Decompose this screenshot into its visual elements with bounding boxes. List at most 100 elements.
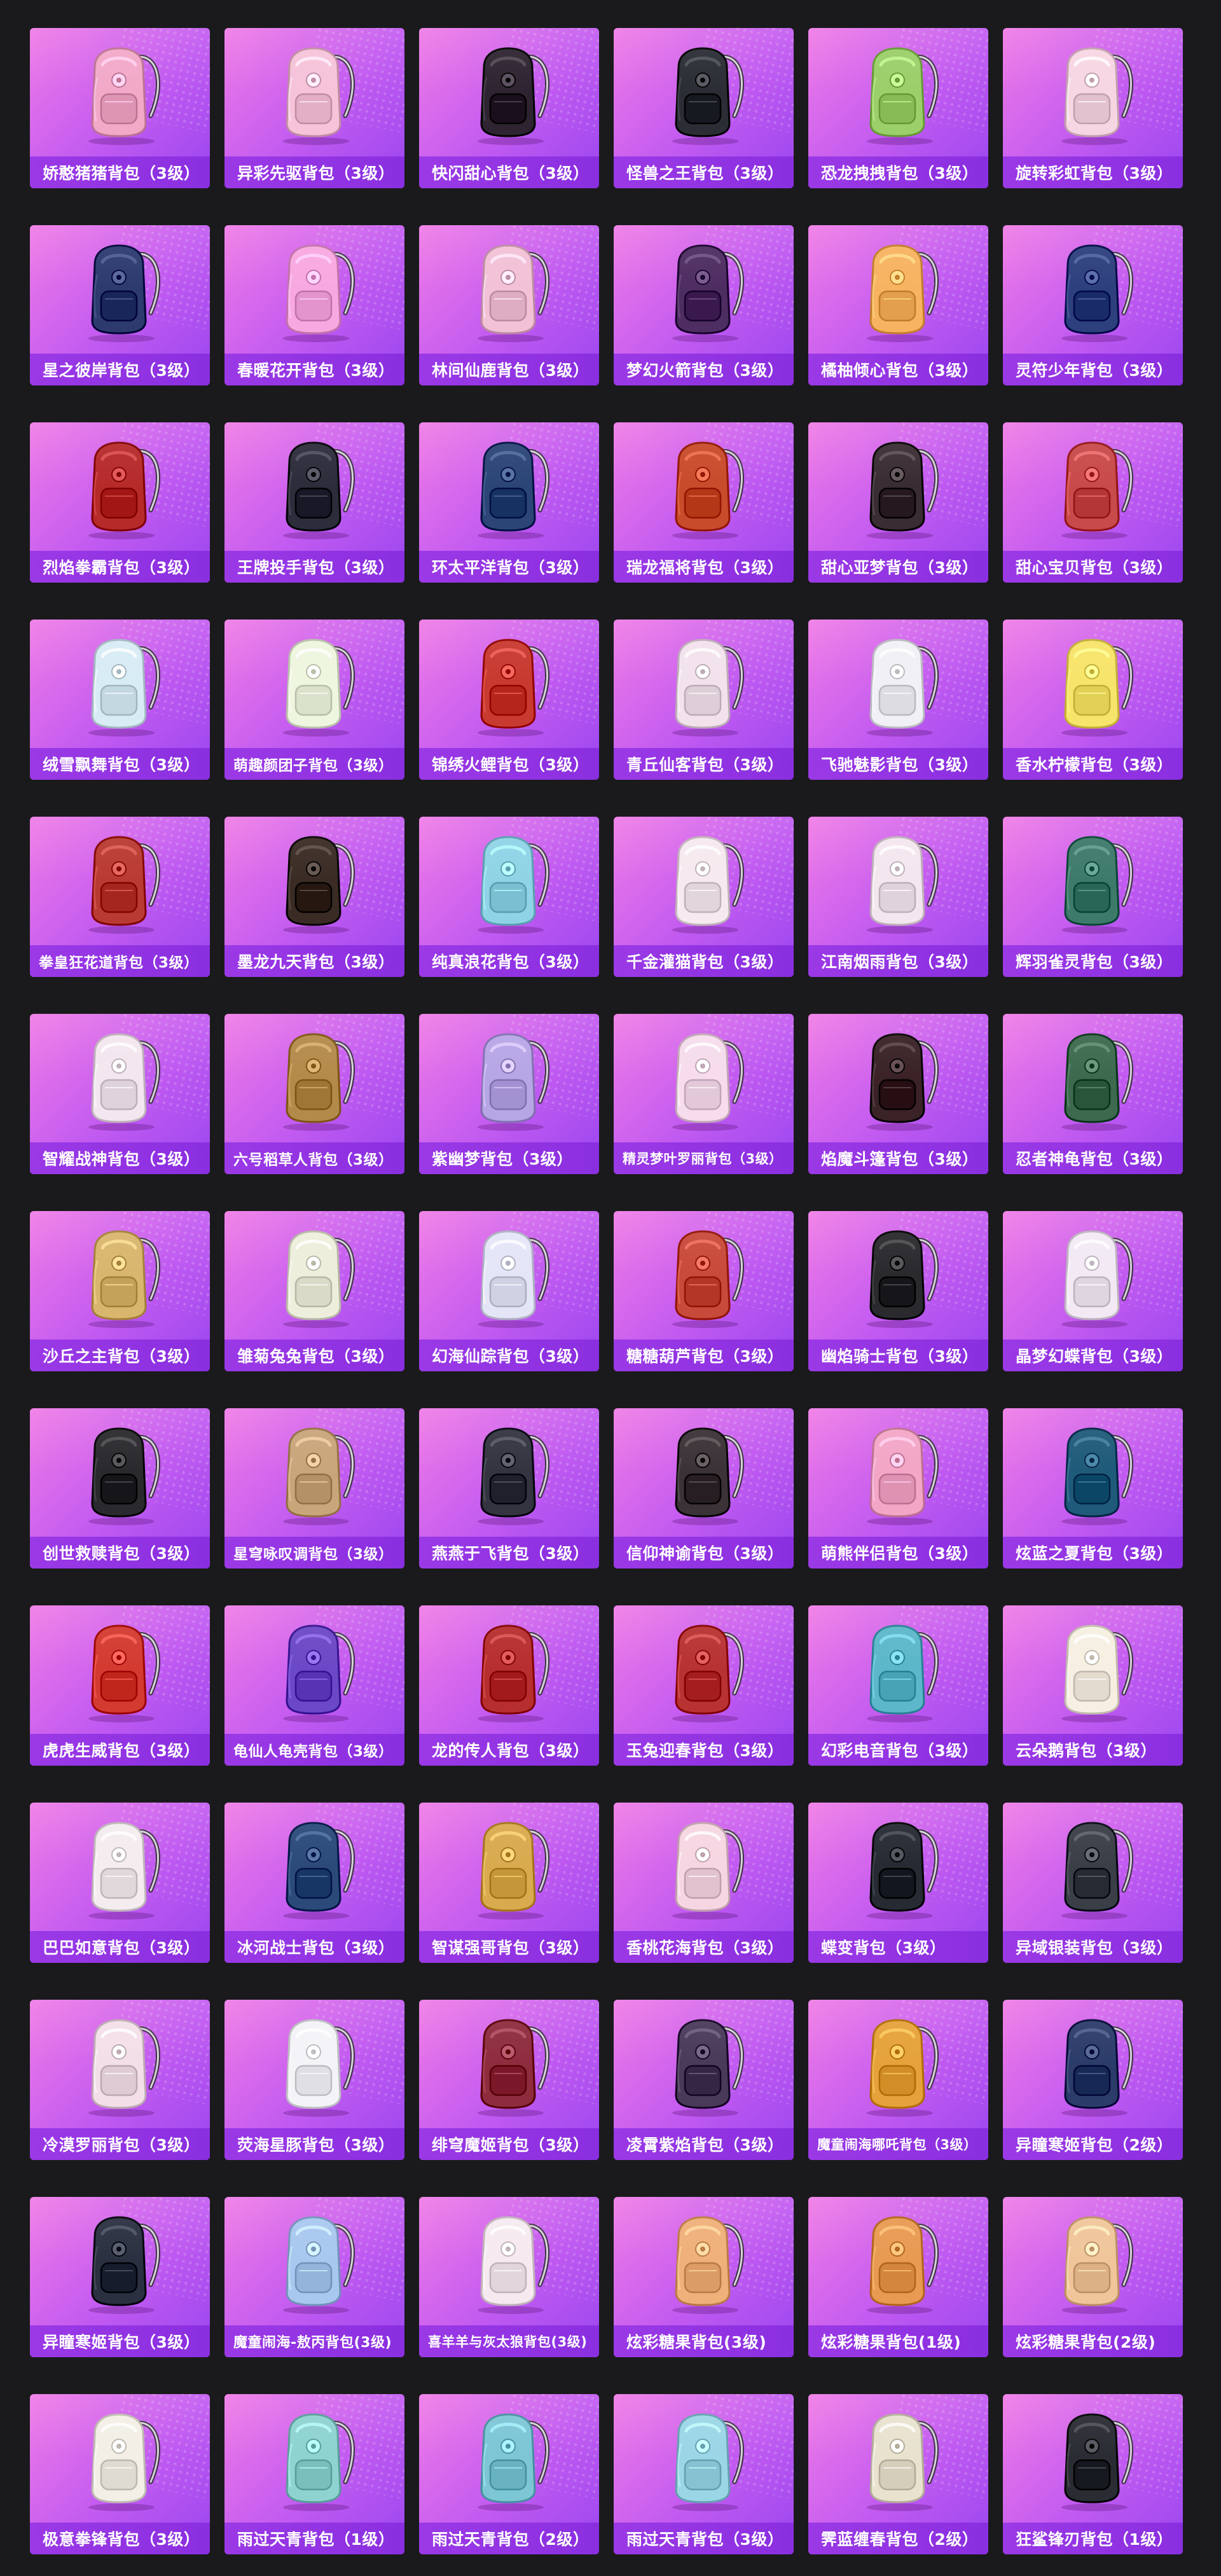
backpack-label-bar: 绯穹魔姬背包（3级） — [419, 2128, 599, 2160]
backpack-card[interactable]: 橘柚倾心背包（3级） — [808, 225, 988, 385]
backpack-name: 精灵梦叶罗丽背包（3级） — [623, 1151, 783, 1167]
backpack-card[interactable]: 狂鲨锋刃背包（1级） — [1003, 2394, 1183, 2554]
backpack-card[interactable]: 甜心亚梦背包（3级） — [808, 422, 988, 583]
backpack-name: 燕燕于飞背包（3级） — [432, 1544, 590, 1563]
backpack-card[interactable]: 幻彩电音背包（3级） — [808, 1605, 988, 1766]
backpack-label-bar: 环太平洋背包（3级） — [419, 551, 599, 583]
backpack-card[interactable]: 焰魔斗篷背包（3级） — [808, 1014, 988, 1174]
backpack-card[interactable]: 王牌投手背包（3级） — [224, 422, 404, 583]
backpack-card[interactable]: 雨过天青背包（2级） — [419, 2394, 599, 2554]
snow-dance-backpack-icon — [69, 631, 171, 738]
backpack-card[interactable]: 沙丘之主背包（3级） — [30, 1211, 210, 1371]
backpack-card[interactable]: 幻海仙踪背包（3级） — [419, 1211, 599, 1371]
backpack-name: 炫蓝之夏背包（3级） — [1016, 1544, 1173, 1563]
backpack-card[interactable]: 快闪甜心背包（3级） — [419, 28, 599, 188]
backpack-label-bar: 极意拳锋背包（3级） — [30, 2523, 210, 2554]
backpack-card[interactable]: 云朵鹅背包（3级） — [1003, 1605, 1183, 1766]
backpack-card[interactable]: 凌霄紫焰背包（3级） — [614, 2000, 794, 2160]
backpack-card[interactable]: 香水柠檬背包（3级） — [1003, 620, 1183, 780]
backpack-card[interactable]: 梦幻火箭背包（3级） — [614, 225, 794, 385]
backpack-card[interactable]: 紫幽梦背包（3级） — [419, 1014, 599, 1174]
backpack-card[interactable]: 炫蓝之夏背包（3级） — [1003, 1408, 1183, 1568]
backpack-card[interactable]: 娇憨猪猪背包（3级） — [30, 28, 210, 188]
fairy-leaf-backpack-icon — [653, 1025, 755, 1132]
backpack-card[interactable]: 辉羽雀灵背包（3级） — [1003, 817, 1183, 977]
backpack-card[interactable]: 信仰神谕背包（3级） — [614, 1408, 794, 1568]
backpack-card[interactable]: 异瞳寒姬背包（3级） — [30, 2197, 210, 2357]
backpack-card[interactable]: 蝶变背包（3级） — [808, 1803, 988, 1963]
cold-loli-backpack-icon — [69, 2011, 171, 2118]
backpack-card[interactable]: 烈焰拳霸背包（3级） — [30, 422, 210, 583]
backpack-card[interactable]: 玉兔迎春背包（3级） — [614, 1605, 794, 1766]
backpack-card[interactable]: 春暖花开背包（3级） — [224, 225, 404, 385]
backpack-label-bar: 龙的传人背包（3级） — [419, 1734, 599, 1766]
backpack-card[interactable]: 炫彩糖果背包(3级) — [614, 2197, 794, 2357]
backpack-card[interactable]: 冷漠罗丽背包（3级） — [30, 2000, 210, 2160]
backpack-card[interactable]: 荧海星豚背包（3级） — [224, 2000, 404, 2160]
backpack-card[interactable]: 怪兽之王背包（3级） — [614, 28, 794, 188]
backpack-card[interactable]: 异瞳寒姬背包（2级） — [1003, 2000, 1183, 2160]
backpack-card[interactable]: 异彩先驱背包（3级） — [224, 28, 404, 188]
backpack-card[interactable]: 燕燕于飞背包（3级） — [419, 1408, 599, 1568]
backpack-name: 荧海星豚背包（3级） — [237, 2136, 395, 2154]
backpack-card[interactable]: 雏菊兔兔背包（3级） — [224, 1211, 404, 1371]
backpack-card[interactable]: 智谋强哥背包（3级） — [419, 1803, 599, 1963]
backpack-card[interactable]: 拳皇狂花道背包（3级） — [30, 817, 210, 977]
backpack-card[interactable]: 绒雪飘舞背包（3级） — [30, 620, 210, 780]
jade-rabbit-backpack-icon — [653, 1617, 755, 1724]
backpack-card[interactable]: 锦绣火鲤背包（3级） — [419, 620, 599, 780]
backpack-card[interactable]: 喜羊羊与灰太狼背包(3级) — [419, 2197, 599, 2357]
backpack-card[interactable]: 龟仙人龟壳背包（3级） — [224, 1605, 404, 1766]
backpack-card[interactable]: 飞驰魅影背包（3级） — [808, 620, 988, 780]
backpack-card[interactable]: 纯真浪花背包（3级） — [419, 817, 599, 977]
backpack-card[interactable]: 冰河战士背包（3级） — [224, 1803, 404, 1963]
backpack-label-bar: 雏菊兔兔背包（3级） — [224, 1340, 404, 1371]
backpack-card[interactable]: 环太平洋背包（3级） — [419, 422, 599, 583]
shadow-knight-backpack-icon — [848, 1222, 949, 1329]
pink-bear-backpack-icon — [848, 1420, 949, 1527]
backpack-card[interactable]: 霁蓝缠春背包（2级） — [808, 2394, 988, 2554]
backpack-card[interactable]: 旋转彩虹背包（3级） — [1003, 28, 1183, 188]
backpack-card[interactable]: 魔童闹海哪吒背包（3级） — [808, 2000, 988, 2160]
candy-donut-lv1-backpack-icon — [848, 2208, 949, 2315]
backpack-card[interactable]: 六号稻草人背包（3级） — [224, 1014, 404, 1174]
backpack-card[interactable]: 绯穹魔姬背包（3级） — [419, 2000, 599, 2160]
backpack-card[interactable]: 星穹咏叹调背包（3级） — [224, 1408, 404, 1568]
backpack-card[interactable]: 创世救赎背包（3级） — [30, 1408, 210, 1568]
backpack-card[interactable]: 星之彼岸背包（3级） — [30, 225, 210, 385]
backpack-card[interactable]: 异域银装背包（3级） — [1003, 1803, 1183, 1963]
backpack-card[interactable]: 魔童闹海-敖丙背包(3级) — [224, 2197, 404, 2357]
backpack-card[interactable]: 糖糖葫芦背包（3级） — [614, 1211, 794, 1371]
backpack-card[interactable]: 炫彩糖果背包(1级) — [808, 2197, 988, 2357]
backpack-card[interactable]: 龙的传人背包（3级） — [419, 1605, 599, 1766]
backpack-card[interactable]: 千金灌猫背包（3级） — [614, 817, 794, 977]
backpack-card[interactable]: 甜心宝贝背包（3级） — [1003, 422, 1183, 583]
backpack-label-bar: 炫彩糖果背包(3级) — [614, 2325, 794, 2357]
backpack-card[interactable]: 雨过天青背包（3级） — [614, 2394, 794, 2554]
backpack-card[interactable]: 香桃花海背包（3级） — [614, 1803, 794, 1963]
backpack-name: 龙的传人背包（3级） — [432, 1742, 590, 1760]
aobing-backpack-icon — [264, 2208, 366, 2315]
backpack-card[interactable]: 巴巴如意背包（3级） — [30, 1803, 210, 1963]
backpack-card[interactable]: 瑞龙福将背包（3级） — [614, 422, 794, 583]
backpack-name: 虎虎生威背包（3级） — [43, 1742, 200, 1760]
backpack-card[interactable]: 虎虎生威背包（3级） — [30, 1605, 210, 1766]
backpack-card[interactable]: 炫彩糖果背包(2级) — [1003, 2197, 1183, 2357]
backpack-card[interactable]: 灵符少年背包（3级） — [1003, 225, 1183, 385]
backpack-card[interactable]: 墨龙九天背包（3级） — [224, 817, 404, 977]
backpack-card[interactable]: 江南烟雨背包（3级） — [808, 817, 988, 977]
backpack-card[interactable]: 极意拳锋背包（3级） — [30, 2394, 210, 2554]
backpack-card[interactable]: 忍者神龟背包（3级） — [1003, 1014, 1183, 1174]
backpack-card[interactable]: 智耀战神背包（3级） — [30, 1014, 210, 1174]
backpack-card[interactable]: 雨过天青背包（1级） — [224, 2394, 404, 2554]
backpack-card[interactable]: 恐龙拽拽背包（3级） — [808, 28, 988, 188]
backpack-name: 辉羽雀灵背包（3级） — [1016, 953, 1173, 971]
backpack-card[interactable]: 林间仙鹿背包（3级） — [419, 225, 599, 385]
backpack-label-bar: 荧海星豚背包（3级） — [224, 2128, 404, 2160]
backpack-card[interactable]: 幽焰骑士背包（3级） — [808, 1211, 988, 1371]
backpack-card[interactable]: 萌趣颜团子背包（3级） — [224, 620, 404, 780]
backpack-card[interactable]: 晶梦幻蝶背包（3级） — [1003, 1211, 1183, 1371]
backpack-card[interactable]: 精灵梦叶罗丽背包（3级） — [614, 1014, 794, 1174]
backpack-card[interactable]: 萌熊伴侣背包（3级） — [808, 1408, 988, 1568]
backpack-card[interactable]: 青丘仙客背包（3级） — [614, 620, 794, 780]
